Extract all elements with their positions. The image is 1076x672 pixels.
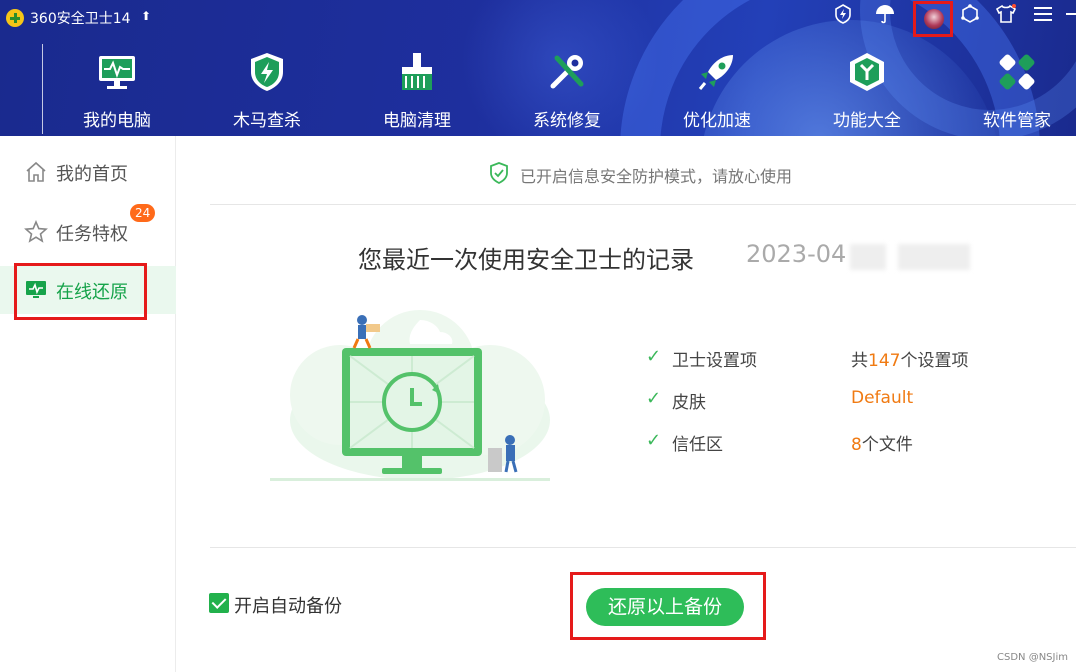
monitor-icon [95,50,139,94]
app-logo-icon [6,9,24,27]
security-notice: 已开启信息安全防护模式，请放心使用 [210,152,1076,192]
info-key: 信任区 [672,435,723,455]
divider [210,547,1076,548]
avatar-highlight-box[interactable] [913,1,953,37]
info-value: Default [851,388,914,408]
notification-badge: 24 [130,204,156,222]
info-row-trust-zone: ✓ 信任区 8个文件 [646,430,1046,455]
nav-label: 我的电脑 [83,111,151,131]
notice-text: 已开启信息安全防护模式，请放心使用 [520,167,793,186]
check-icon: ✓ [646,430,662,451]
sidebar-item-label: 我的首页 [56,164,128,185]
auto-backup-checkbox[interactable] [209,593,229,613]
shield-bolt-icon [245,50,289,94]
cube-icon [845,50,889,94]
menu-icon[interactable] [1031,2,1055,26]
arrow-up-icon[interactable]: ⬆ [141,9,151,23]
home-icon [24,160,48,184]
sidebar-item-privileges[interactable]: 任务特权 24 [0,204,176,256]
nav-features[interactable]: 功能大全 [792,44,942,136]
auto-backup-label: 开启自动备份 [234,596,342,617]
apps-icon [995,50,1039,94]
nav-label: 木马查杀 [233,111,301,131]
check-icon: ✓ [646,388,662,409]
sidebar: 我的首页 任务特权 24 在线还原 [0,136,176,672]
record-title: 您最近一次使用安全卫士的记录 [358,246,694,274]
info-value: 共147个设置项 [851,351,969,371]
avatar[interactable] [924,9,944,29]
rocket-icon [695,50,739,94]
tools-icon [545,50,589,94]
minimize-icon[interactable] [1064,2,1076,26]
info-key: 皮肤 [672,393,706,413]
nav-software-manager[interactable]: 软件管家 [942,44,1076,136]
nav-trojan-scan[interactable]: 木马查杀 [192,44,342,136]
nav-label: 电脑清理 [383,111,451,131]
shield-badge-icon[interactable] [831,2,855,26]
header-bar: 360安全卫士14 ⬆ 我的电脑 木马查杀 电脑清理 系统修复 优化加速 功能大… [0,0,1076,136]
app-title: 360安全卫士14 [30,11,131,27]
sidebar-item-label: 任务特权 [56,224,128,245]
restore-backup-button[interactable]: 还原以上备份 [586,588,744,626]
umbrella-icon[interactable] [873,2,897,26]
nav-label: 软件管家 [983,111,1051,131]
check-icon: ✓ [646,346,662,367]
nav-label: 功能大全 [833,111,901,131]
nav-system-repair[interactable]: 系统修复 [492,44,642,136]
star-icon [24,219,48,244]
redacted-time [898,244,970,270]
sidebar-item-home[interactable]: 我的首页 [0,148,176,196]
hexagon-icon[interactable] [958,2,982,26]
divider [210,204,1076,205]
info-key: 卫士设置项 [672,351,757,371]
nav-label: 系统修复 [533,111,601,131]
info-row-skin: ✓ 皮肤 Default [646,388,1046,413]
restore-illustration [270,300,560,490]
watermark: CSDN @NSJim [997,652,1068,663]
nav-label: 优化加速 [683,111,751,131]
record-date: 2023-04 [746,240,847,268]
info-value: 8个文件 [851,435,913,455]
info-row-settings: ✓ 卫士设置项 共147个设置项 [646,346,1046,371]
shirt-icon[interactable] [994,2,1018,26]
shield-check-icon [489,162,509,185]
redacted-date [850,244,886,270]
nav-my-computer[interactable]: 我的电脑 [42,44,192,136]
nav-pc-cleanup[interactable]: 电脑清理 [342,44,492,136]
broom-icon [395,50,439,94]
highlight-box-sidebar [14,263,147,320]
nav-optimize[interactable]: 优化加速 [642,44,792,136]
